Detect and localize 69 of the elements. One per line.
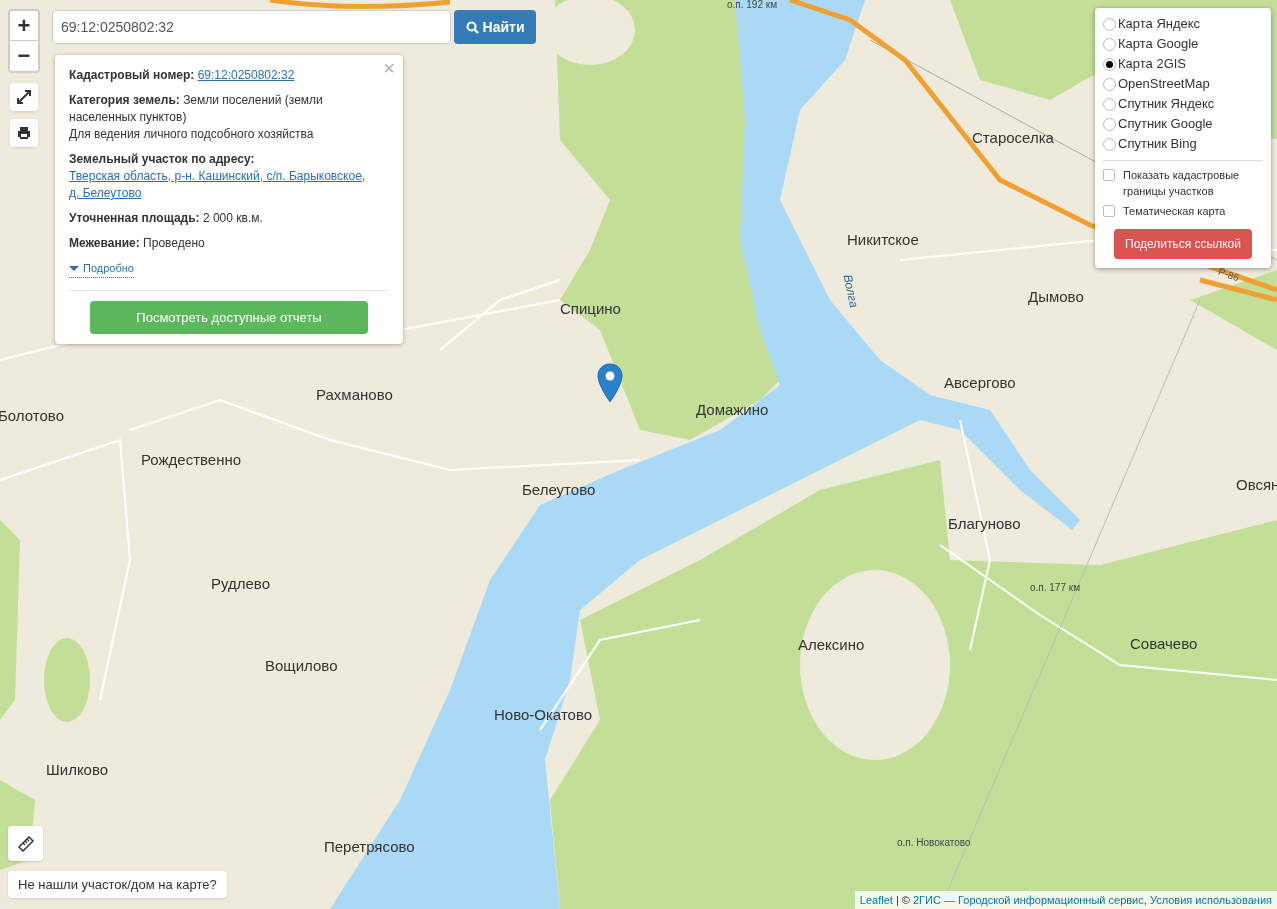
attribution-link[interactable]: 2ГИС — Городской информационный сервис	[913, 894, 1144, 906]
share-button[interactable]: Поделиться ссылкой	[1114, 229, 1252, 259]
printer-icon	[17, 126, 31, 140]
attribution-link[interactable]: Leaflet	[859, 894, 893, 906]
layer-option[interactable]: Спутник Bing	[1103, 134, 1263, 154]
place-label: Вощилово	[265, 658, 338, 673]
place-label: Белеутово	[522, 482, 596, 497]
info-text: Земельный участок по адресу: Тверская область, р-н. Кашинский, с/п. Барыковское, д. Белеутово	[69, 151, 373, 202]
place-label: Рахманово	[316, 387, 393, 402]
layer-option[interactable]: OpenStreetMap	[1103, 74, 1263, 94]
ruler-button[interactable]	[8, 826, 43, 861]
place-label: Ново-Окатово	[494, 707, 593, 722]
overlay-option[interactable]: Показать кадастровые границы участков	[1103, 167, 1263, 199]
info-text: Межевание: Проведено	[69, 235, 206, 252]
search-button[interactable]: Найти	[454, 10, 536, 44]
station-label: о.п. 192 км	[727, 0, 778, 10]
station-label: о.п. 177 км	[1030, 583, 1081, 593]
info-note: Для ведения личного подсобного хозяйства	[69, 126, 315, 143]
place-label: Никитское	[847, 232, 919, 247]
radio-button[interactable]	[1103, 77, 1116, 91]
place-label: Совачево	[1130, 636, 1198, 651]
zoom-out-button[interactable]: −	[10, 41, 38, 71]
map-pin-icon[interactable]	[597, 363, 623, 403]
checkbox[interactable]	[1103, 169, 1115, 181]
layer-option[interactable]: Спутник Яндекс	[1103, 94, 1263, 114]
attribution-text: ,	[1143, 894, 1148, 906]
info-text: Кадастровый номер: 69:12:0250802:32	[69, 67, 296, 84]
place-label: Шилково	[46, 762, 109, 777]
expand-icon	[17, 90, 31, 104]
layer-option[interactable]: Карта Яндекс	[1103, 14, 1263, 34]
info-text: Категория земель: Земли поселений (земли населенных пунктов)	[69, 92, 324, 126]
place-label: Алексино	[798, 637, 865, 652]
search-icon	[465, 20, 479, 34]
place-label: Благуново	[948, 516, 1021, 531]
radio-button[interactable]	[1103, 117, 1116, 131]
ruler-icon	[17, 835, 34, 852]
attribution-text: | ©	[894, 894, 911, 906]
road-label: Р-86	[1216, 266, 1241, 284]
fullscreen-button[interactable]	[10, 83, 38, 111]
radio-button[interactable]	[1103, 97, 1116, 111]
info-link[interactable]: 69:12:0250802:32	[197, 67, 295, 84]
place-label: Рудлево	[211, 576, 270, 591]
info-link[interactable]: Тверская область, р-н. Кашинский, с/п. Барыковское, д. Белеутово	[69, 168, 373, 202]
station-label: о.п. Новокатово	[897, 838, 971, 848]
place-label: Староселка	[972, 130, 1054, 145]
layer-option[interactable]: Спутник Google	[1103, 114, 1263, 134]
overlay-option[interactable]: Тематическая карта	[1103, 203, 1263, 219]
print-button[interactable]	[10, 119, 38, 147]
radio-button[interactable]	[1103, 57, 1116, 71]
place-label: Спицино	[560, 301, 621, 316]
place-label: Домажино	[696, 402, 769, 417]
attribution-link[interactable]: Условия использования	[1149, 894, 1272, 906]
radio-button[interactable]	[1103, 137, 1116, 151]
river-label: Волга	[841, 273, 861, 309]
radio-button[interactable]	[1103, 37, 1116, 51]
place-label: Авсергово	[944, 375, 1016, 390]
place-label: Перетрясово	[324, 839, 415, 854]
layer-option[interactable]: Карта 2GIS	[1103, 54, 1263, 74]
search-field[interactable]: 69:12:0250802:32	[52, 10, 451, 44]
layer-option[interactable]: Карта Google	[1103, 34, 1263, 54]
place-label: Рождественно	[141, 452, 242, 467]
radio-button[interactable]	[1103, 17, 1116, 31]
missing-parcel-button[interactable]: Не нашли участок/дом на карте?	[8, 871, 227, 898]
place-label: Болотово	[0, 408, 64, 423]
checkbox[interactable]	[1103, 205, 1115, 217]
zoom-in-button[interactable]: +	[10, 11, 38, 41]
info-text: Уточненная площадь: 2 000 кв.м.	[69, 210, 264, 227]
place-label: Дымово	[1028, 289, 1084, 304]
details-link[interactable]: Подробно	[69, 260, 134, 278]
